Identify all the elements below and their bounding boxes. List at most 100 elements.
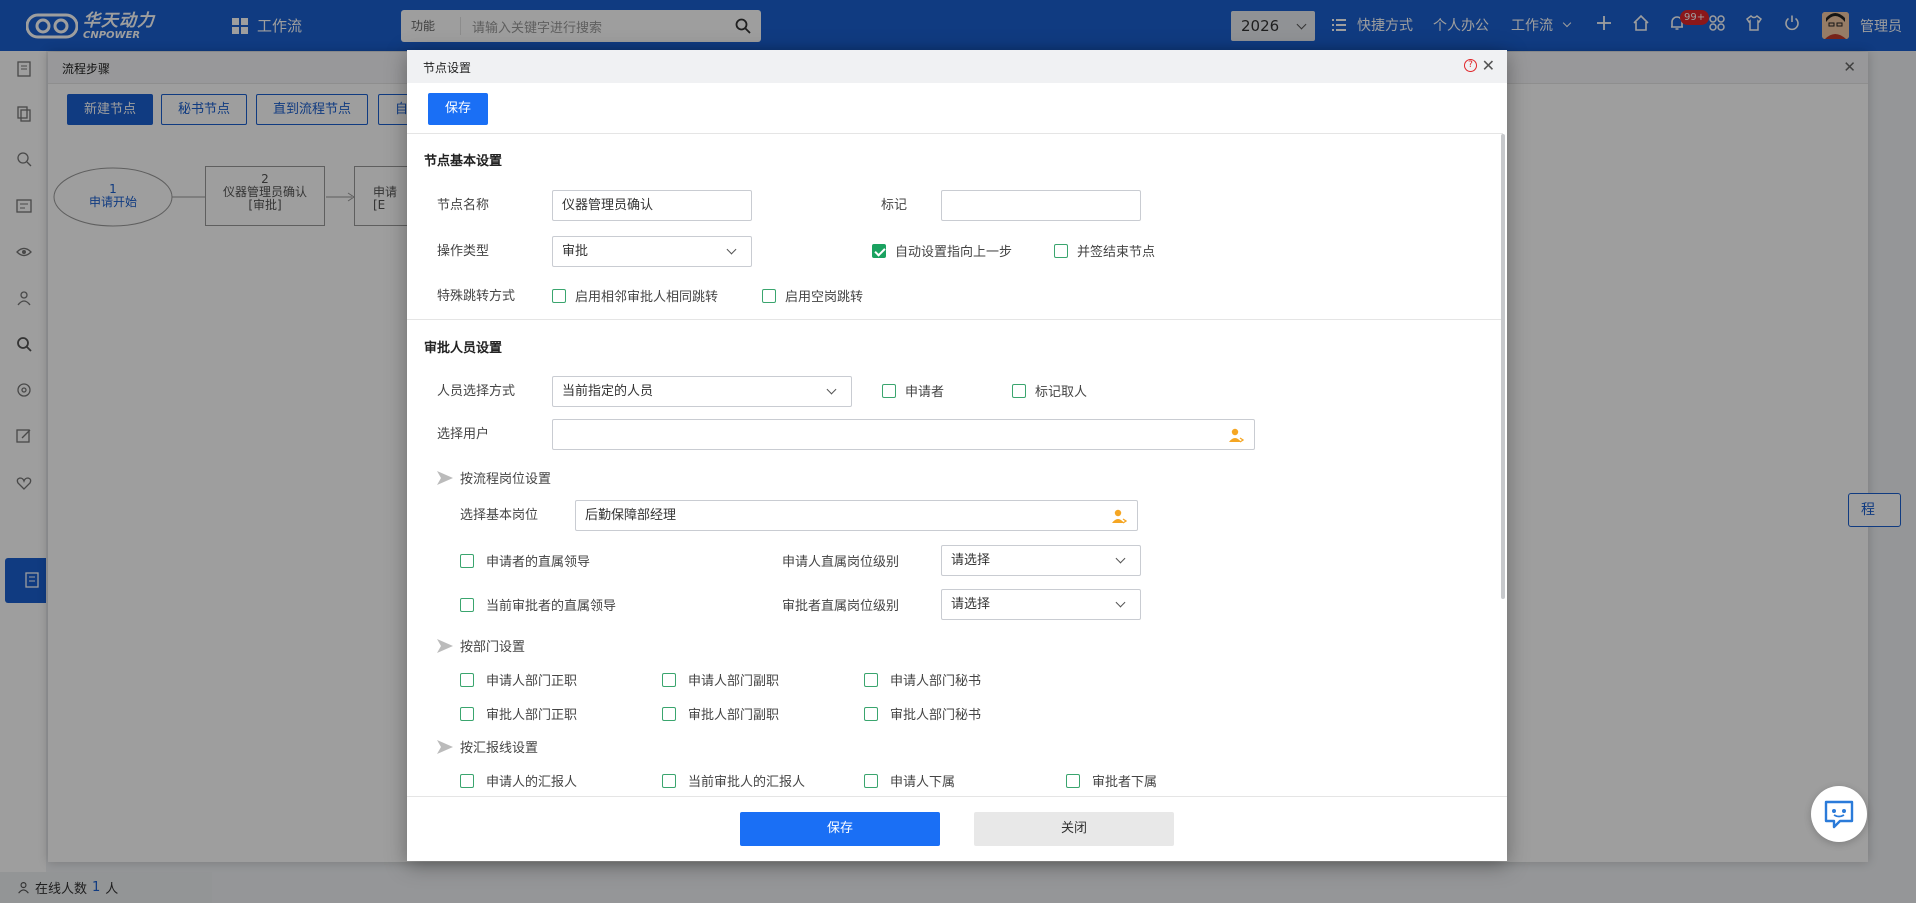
checkbox-icon xyxy=(460,672,474,687)
by-dept-toggle[interactable]: 按部门设置 xyxy=(437,636,525,655)
dept-label: 审批人部门正职 xyxy=(486,708,578,723)
by-dept-label: 按部门设置 xyxy=(460,640,526,655)
checkbox-icon xyxy=(1066,773,1080,788)
mark-input[interactable] xyxy=(941,190,1141,221)
adjacent-same-label: 启用相邻审批人相同跳转 xyxy=(575,290,719,305)
checkbox-icon xyxy=(762,288,776,303)
empty-post-label: 启用空岗跳转 xyxy=(785,290,864,305)
dept-checkbox[interactable]: 审批人部门副职 xyxy=(662,704,779,723)
report-label: 审批者下属 xyxy=(1092,775,1158,790)
checkbox-icon xyxy=(1054,243,1068,258)
checkbox-icon xyxy=(662,706,676,721)
applicant-level-label: 申请人直属岗位级别 xyxy=(782,555,900,570)
checkbox-icon xyxy=(662,672,676,687)
dept-checkbox[interactable]: 审批人部门秘书 xyxy=(864,704,981,723)
empty-post-checkbox[interactable]: 启用空岗跳转 xyxy=(762,286,863,305)
checkbox-icon xyxy=(864,672,878,687)
help-icon[interactable]: ? xyxy=(1464,59,1477,72)
op-type-label: 操作类型 xyxy=(437,244,490,259)
base-post-value: 后勤保障部经理 xyxy=(585,508,677,523)
dialog-title: 节点设置 xyxy=(407,50,1507,83)
dept-checkbox[interactable]: 申请人部门秘书 xyxy=(864,670,981,689)
checkbox-icon xyxy=(460,773,474,788)
approver-level-label: 审批者直属岗位级别 xyxy=(782,599,900,614)
by-post-toggle[interactable]: 按流程岗位设置 xyxy=(437,468,551,487)
basic-settings-heading: 节点基本设置 xyxy=(424,154,503,169)
node-name-label: 节点名称 xyxy=(437,198,490,213)
applicant-level-value: 请选择 xyxy=(951,553,991,568)
dept-label: 申请人部门副职 xyxy=(688,674,780,689)
current-leader-label: 当前审批者的直属领导 xyxy=(486,599,617,614)
report-label: 申请人下属 xyxy=(890,775,956,790)
checkbox-icon xyxy=(1012,383,1026,398)
approver-level-value: 请选择 xyxy=(951,597,991,612)
current-leader-checkbox[interactable]: 当前审批者的直属领导 xyxy=(460,595,616,614)
dialog-scrollbar[interactable] xyxy=(1501,134,1505,599)
op-type-select[interactable]: 审批 xyxy=(552,236,752,267)
report-checkbox[interactable]: 申请人下属 xyxy=(864,771,955,790)
checkbox-icon xyxy=(662,773,676,788)
checkbox-icon xyxy=(552,288,566,303)
user-picker-icon[interactable] xyxy=(1228,427,1244,443)
auto-prev-label: 自动设置指向上一步 xyxy=(895,245,1013,260)
dept-checkbox[interactable]: 申请人部门正职 xyxy=(460,670,577,689)
marker-checkbox[interactable]: 标记取人 xyxy=(1012,381,1087,400)
checkbox-icon xyxy=(882,383,896,398)
report-label: 当前审批人的汇报人 xyxy=(688,775,806,790)
report-checkbox[interactable]: 审批者下属 xyxy=(1066,771,1157,790)
select-mode-label: 人员选择方式 xyxy=(437,384,516,399)
by-report-label: 按汇报线设置 xyxy=(460,741,539,756)
select-mode-select[interactable]: 当前指定的人员 xyxy=(552,376,852,407)
save-button[interactable]: 保存 xyxy=(740,812,940,846)
adjacent-same-checkbox[interactable]: 启用相邻审批人相同跳转 xyxy=(552,286,718,305)
checkbox-icon xyxy=(864,773,878,788)
by-report-toggle[interactable]: 按汇报线设置 xyxy=(437,737,538,756)
node-settings-dialog: 节点设置 ? ✕ 保存 节点基本设置 节点名称 仪器管理员确认 标记 操作类型 … xyxy=(407,50,1507,861)
dept-checkbox[interactable]: 审批人部门正职 xyxy=(460,704,577,723)
close-icon[interactable]: ✕ xyxy=(1482,56,1495,75)
op-type-value: 审批 xyxy=(562,244,589,259)
applicant-level-select[interactable]: 请选择 xyxy=(941,545,1141,576)
save-button-top[interactable]: 保存 xyxy=(428,93,488,125)
marker-label: 标记取人 xyxy=(1035,385,1088,400)
checkbox-icon xyxy=(460,706,474,721)
report-checkbox[interactable]: 当前审批人的汇报人 xyxy=(662,771,805,790)
dept-label: 申请人部门正职 xyxy=(486,674,578,689)
divider xyxy=(407,133,1503,134)
dept-label: 审批人部门秘书 xyxy=(890,708,982,723)
send-arrow-icon xyxy=(437,638,453,653)
countersign-end-label: 并签结束节点 xyxy=(1077,245,1156,260)
applicant-label: 申请者 xyxy=(905,385,945,400)
report-checkbox[interactable]: 申请人的汇报人 xyxy=(460,771,577,790)
close-button[interactable]: 关闭 xyxy=(974,812,1174,846)
send-arrow-icon xyxy=(437,739,453,754)
select-user-label: 选择用户 xyxy=(437,427,490,442)
dialog-footer: 保存 关闭 xyxy=(407,796,1507,861)
select-mode-value: 当前指定的人员 xyxy=(562,384,654,399)
special-jump-label: 特殊跳转方式 xyxy=(437,289,516,304)
applicant-checkbox[interactable]: 申请者 xyxy=(882,381,944,400)
mark-label: 标记 xyxy=(881,198,908,213)
auto-prev-checkbox[interactable]: 自动设置指向上一步 xyxy=(872,241,1012,260)
chat-bubble-icon xyxy=(1824,800,1854,829)
divider xyxy=(407,319,1503,320)
dept-label: 审批人部门副职 xyxy=(688,708,780,723)
checkbox-icon xyxy=(864,706,878,721)
approver-level-select[interactable]: 请选择 xyxy=(941,589,1141,620)
approver-settings-heading: 审批人员设置 xyxy=(424,341,503,356)
checkbox-icon xyxy=(460,553,474,568)
countersign-end-checkbox[interactable]: 并签结束节点 xyxy=(1054,241,1155,260)
checkbox-checked-icon xyxy=(872,243,886,258)
node-name-input[interactable]: 仪器管理员确认 xyxy=(552,190,752,221)
report-label: 申请人的汇报人 xyxy=(486,775,578,790)
applicant-leader-checkbox[interactable]: 申请者的直属领导 xyxy=(460,551,590,570)
base-post-label: 选择基本岗位 xyxy=(460,508,539,523)
send-arrow-icon xyxy=(437,470,453,485)
checkbox-icon xyxy=(460,597,474,612)
select-user-input[interactable] xyxy=(552,419,1255,450)
chat-assistant-button[interactable] xyxy=(1811,786,1867,842)
applicant-leader-label: 申请者的直属领导 xyxy=(486,555,591,570)
post-picker-icon[interactable] xyxy=(1111,508,1127,524)
dept-checkbox[interactable]: 申请人部门副职 xyxy=(662,670,779,689)
base-post-input[interactable]: 后勤保障部经理 xyxy=(575,500,1138,531)
